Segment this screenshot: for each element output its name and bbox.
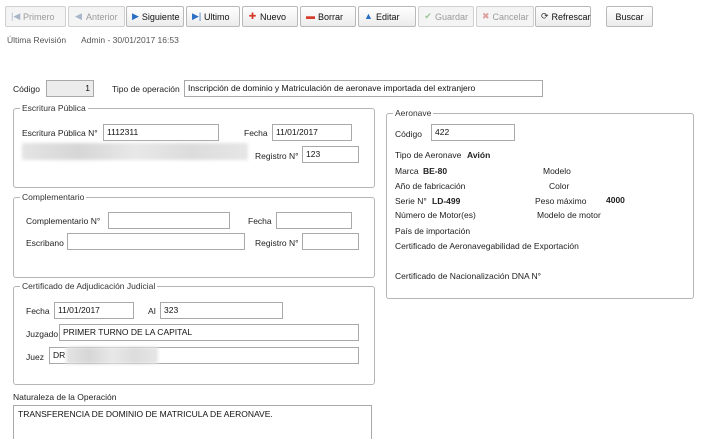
codigo-field: 1 xyxy=(46,80,94,97)
certificado-fecha-label: Fecha xyxy=(26,306,50,316)
certificado-aeronavegabilidad-label: Certificado de Aeronavegabilidad de Expo… xyxy=(395,241,579,251)
escritura-fecha-field[interactable]: 11/01/2017 xyxy=(272,124,352,141)
editar-button[interactable]: ▲ Editar xyxy=(358,6,416,27)
escritura-registro-field[interactable]: 123 xyxy=(302,146,359,163)
next-icon: ▶ xyxy=(132,11,139,21)
juzgado-label: Juzgado xyxy=(26,329,59,339)
modelo-motor-label: Modelo de motor xyxy=(537,210,601,220)
tipo-aeronave-value: Avión xyxy=(467,150,491,160)
cancelar-button[interactable]: ✖ Cancelar xyxy=(476,6,534,27)
complementario-numero-field[interactable] xyxy=(108,212,230,229)
last-icon: ▶| xyxy=(192,11,202,21)
siguiente-label: Siguiente xyxy=(141,11,180,22)
previous-icon: ◀ xyxy=(75,11,82,21)
juzgado-field[interactable]: PRIMER TURNO DE LA CAPITAL xyxy=(59,324,359,341)
naturaleza-label: Naturaleza de la Operación xyxy=(13,392,117,402)
nuevo-button[interactable]: ✚ Nuevo xyxy=(242,6,298,27)
numero-motor-label: Número de Motor(es) xyxy=(395,210,476,220)
juez-redacted xyxy=(66,347,158,364)
complementario-registro-field[interactable] xyxy=(302,233,359,250)
color-label: Color xyxy=(549,181,570,191)
check-icon: ✔ xyxy=(424,11,432,21)
escritura-fecha-label: Fecha xyxy=(244,128,268,138)
naturaleza-textarea[interactable]: TRANSFERENCIA DE DOMINIO DE MATRICULA DE… xyxy=(13,405,372,439)
aeronave-codigo-label: Código xyxy=(395,129,422,139)
borrar-label: Borrar xyxy=(318,11,344,22)
siguiente-button[interactable]: ▶ Siguiente xyxy=(126,6,184,27)
minus-icon: ▬ xyxy=(306,11,315,21)
marca-label: Marca xyxy=(395,166,419,176)
peso-maximo-label: Peso máximo xyxy=(535,196,587,206)
cancel-icon: ✖ xyxy=(482,11,490,21)
complementario-registro-label: Registro N° xyxy=(255,238,299,248)
juez-value: DR xyxy=(53,350,66,360)
anterior-button[interactable]: ◀ Anterior xyxy=(68,6,125,27)
ai-label: AI xyxy=(148,306,157,316)
modelo-label: Modelo xyxy=(543,166,571,176)
ultima-revision-value: Admin - 30/01/2017 16:53 xyxy=(81,35,179,45)
escribano-label: Escribano xyxy=(26,238,64,248)
edit-icon: ▲ xyxy=(364,11,373,21)
tipo-operacion-field[interactable]: Inscripción de dominio y Matriculación d… xyxy=(184,80,543,97)
tipo-aeronave-label: Tipo de Aeronave xyxy=(395,150,462,160)
peso-maximo-value: 4000 xyxy=(606,195,625,205)
certificado-legend: Certificado de Adjudicación Judicial xyxy=(22,281,156,291)
buscar-button[interactable]: Buscar xyxy=(606,6,653,27)
anio-fabricacion-label: Año de fabricación xyxy=(395,181,466,191)
aeronave-legend: Aeronave xyxy=(395,108,432,118)
certificado-nacionalizacion-label: Certificado de Nacionalización DNA N° xyxy=(395,271,542,281)
pais-importacion-label: País de importación xyxy=(395,226,471,236)
refresh-icon: ⟳ xyxy=(541,11,549,21)
tipo-operacion-label: Tipo de operación xyxy=(112,84,180,94)
escritura-numero-label: Escritura Pública N° xyxy=(22,128,98,138)
primero-button[interactable]: |◀ Primero xyxy=(5,6,66,27)
guardar-label: Guardar xyxy=(434,11,468,22)
complementario-fecha-field[interactable] xyxy=(276,212,352,229)
guardar-button[interactable]: ✔ Guardar xyxy=(418,6,474,27)
refrescar-button[interactable]: ⟳ Refrescar xyxy=(535,6,591,27)
complementario-legend: Complementario xyxy=(22,192,85,202)
ultimo-label: Ultimo xyxy=(204,11,230,22)
juez-label: Juez xyxy=(26,352,44,362)
ai-field[interactable]: 323 xyxy=(160,302,283,319)
ultima-revision-label: Última Revisión xyxy=(7,35,67,45)
escritura-numero-field[interactable]: 1112311 xyxy=(103,124,219,141)
plus-icon: ✚ xyxy=(248,11,257,21)
serie-value: LD-499 xyxy=(432,196,461,206)
borrar-button[interactable]: ▬ Borrar xyxy=(300,6,356,27)
complementario-fecha-label: Fecha xyxy=(248,216,272,226)
primero-label: Primero xyxy=(23,11,55,22)
escribano-field[interactable] xyxy=(67,233,245,250)
escritura-registro-label: Registro N° xyxy=(255,151,299,161)
ultimo-button[interactable]: ▶| Ultimo xyxy=(186,6,240,27)
codigo-label: Código xyxy=(13,84,40,94)
buscar-label: Buscar xyxy=(615,11,644,22)
escritura-publica-legend: Escritura Pública xyxy=(22,103,86,113)
certificado-fecha-field[interactable]: 11/01/2017 xyxy=(54,302,134,319)
serie-label: Serie N° xyxy=(395,196,427,206)
complementario-numero-label: Complementario N° xyxy=(26,216,101,226)
cancelar-label: Cancelar xyxy=(492,11,529,22)
escribano-redacted xyxy=(22,143,248,160)
anterior-label: Anterior xyxy=(86,11,118,22)
first-icon: |◀ xyxy=(11,11,21,21)
aeronave-codigo-field[interactable]: 422 xyxy=(431,124,515,141)
editar-label: Editar xyxy=(376,11,400,22)
marca-value: BE-80 xyxy=(423,166,448,176)
refrescar-label: Refrescar xyxy=(551,11,591,22)
nuevo-label: Nuevo xyxy=(260,11,287,22)
